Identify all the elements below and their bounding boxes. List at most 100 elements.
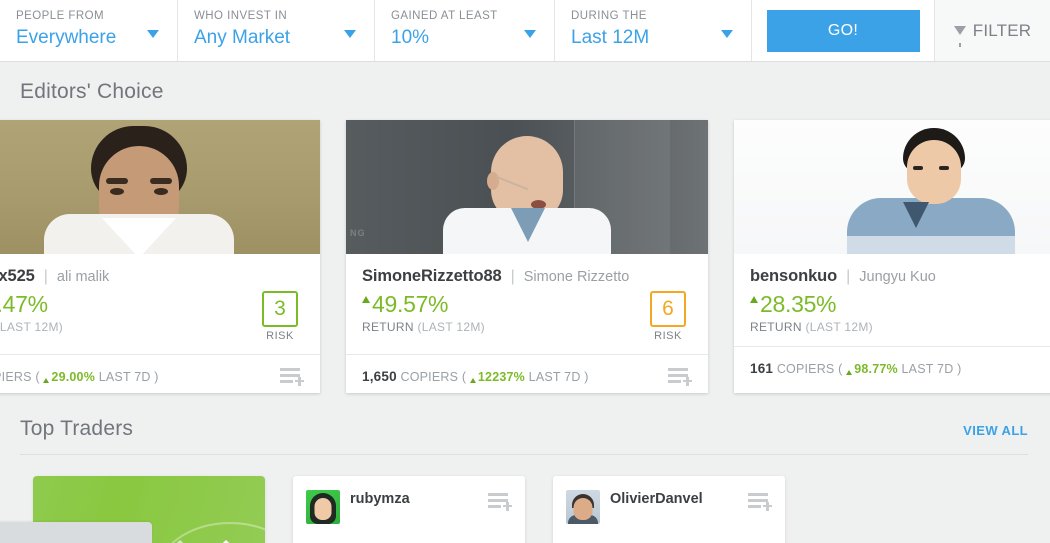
top-traders-title: Top Traders <box>20 417 134 440</box>
top-trader-card[interactable]: OlivierDanvel <box>553 476 785 543</box>
return-percent-value: 49.57% <box>372 291 449 317</box>
trader-name-row: bensonkuo | Jungyu Kuo <box>750 267 1050 286</box>
addlist-line-3 <box>280 380 293 383</box>
editors-choice-header: Editors' Choice <box>0 62 1050 120</box>
copiers-label: COPIERS <box>400 369 459 384</box>
trader-username[interactable]: SimoneRizzetto88 <box>362 267 502 286</box>
risk-block: 3 RISK <box>256 291 304 342</box>
filter-button[interactable]: FILTER <box>935 0 1050 61</box>
risk-score: 3 <box>262 291 298 327</box>
trader-photo <box>0 120 320 254</box>
paren-close: ) <box>957 361 962 376</box>
filter-people-from[interactable]: PEOPLE FROM Everywhere <box>0 0 178 61</box>
return-percent-value: 28.35% <box>760 291 837 317</box>
paren-open: ( <box>838 361 843 376</box>
filter-during-the-label: DURING THE <box>571 10 647 22</box>
addlist-line-3 <box>488 505 501 508</box>
add-to-list-icon[interactable] <box>280 367 304 386</box>
paren-open: ( <box>461 369 467 384</box>
copiers-label: COPIERS <box>776 361 835 376</box>
copiers-period: LAST 7D <box>901 361 954 376</box>
return-percent: 4.47% <box>0 290 256 318</box>
top-trader-card[interactable]: rubymza <box>293 476 525 543</box>
trader-fullname: ali malik <box>56 269 110 285</box>
name-separator: | <box>846 268 851 285</box>
risk-block <box>1032 291 1050 330</box>
go-button[interactable]: GO! <box>766 9 920 52</box>
paren-close: ) <box>154 369 159 384</box>
filter-during-the[interactable]: DURING THE Last 12M <box>555 0 752 61</box>
promo-swoosh <box>155 522 265 543</box>
view-all-link[interactable]: VIEW ALL <box>963 423 1028 438</box>
download-tray[interactable] <box>0 522 152 543</box>
copiers-delta: 98.77% <box>854 361 898 376</box>
return-caption-label: RETURN <box>750 320 802 334</box>
top-trader-username[interactable]: rubymza <box>350 491 478 508</box>
editors-choice-card[interactable]: NG FAI LI SimoneRizzetto88 | Simone Rizz… <box>346 120 708 393</box>
avatar-face <box>314 498 332 520</box>
paren-open: ( <box>35 369 40 384</box>
trader-username[interactable]: defx525 <box>0 267 35 286</box>
avatar-face <box>573 498 593 520</box>
photo-shirt-lower <box>847 236 1015 254</box>
filter-people-from-value: Everywhere <box>16 27 117 48</box>
addlist-line-3 <box>748 505 761 508</box>
name-separator: | <box>510 268 515 285</box>
copiers-count: 1,650 <box>362 368 397 384</box>
filter-who-invest-in[interactable]: WHO INVEST IN Any Market <box>178 0 375 61</box>
photo-ear <box>487 172 499 190</box>
filter-during-the-value: Last 12M <box>571 27 650 48</box>
trader-name-row: SimoneRizzetto88 | Simone Rizzetto <box>362 267 692 286</box>
return-block: 28.35% RETURN (LAST 12M) <box>750 290 1032 334</box>
filter-gained-at-least[interactable]: GAINED AT LEAST 10% <box>375 0 555 61</box>
chevron-down-icon[interactable] <box>721 30 733 38</box>
trader-name-row: defx525 | ali malik <box>0 267 304 286</box>
filter-gained-at-least-label: GAINED AT LEAST <box>391 10 498 22</box>
copiers-count: 161 <box>750 360 774 376</box>
photo-eye-left <box>913 166 923 170</box>
copiers-period: LAST 7D <box>98 369 151 384</box>
addlist-line-1 <box>280 368 300 371</box>
chevron-down-icon[interactable] <box>344 30 356 38</box>
paren-close: ) <box>584 369 589 384</box>
photo-eye-left <box>110 188 124 195</box>
addlist-line-2 <box>748 499 768 502</box>
addlist-plus-v <box>298 376 301 386</box>
go-button-wrap: GO! <box>752 0 935 61</box>
trader-username[interactable]: bensonkuo <box>750 267 837 286</box>
addlist-plus-v <box>506 501 509 511</box>
photo-brow-left <box>106 178 128 184</box>
editors-choice-card[interactable]: bensonkuo | Jungyu Kuo 28.35% RETURN (LA… <box>734 120 1050 393</box>
editors-choice-card[interactable]: defx525 | ali malik 4.47% RN (LAST 12M) <box>0 120 320 393</box>
photo-face <box>907 140 961 204</box>
chevron-down-icon[interactable] <box>147 30 159 38</box>
return-percent: 28.35% <box>750 290 1032 318</box>
top-trader-username[interactable]: OlivierDanvel <box>610 491 738 508</box>
filter-gained-at-least-value: 10% <box>391 27 430 48</box>
return-caption-period: (LAST 12M) <box>805 320 873 334</box>
add-to-list-icon[interactable] <box>748 492 772 511</box>
arrow-up-icon <box>469 377 476 383</box>
return-caption: RETURN (LAST 12M) <box>362 320 644 334</box>
arrow-up-icon <box>750 296 758 303</box>
trader-fullname: Simone Rizzetto <box>523 269 630 285</box>
return-caption-period: (LAST 12M) <box>417 320 485 334</box>
return-percent-value: 4.47% <box>0 291 48 317</box>
risk-block: 6 RISK <box>644 291 692 342</box>
chevron-down-icon[interactable] <box>524 30 536 38</box>
filter-icon <box>953 26 966 47</box>
filter-who-invest-in-label: WHO INVEST IN <box>194 10 288 22</box>
addlist-line-1 <box>668 368 688 371</box>
copiers-info: 1,650 COPIERS ( 12237% LAST 7D ) <box>362 369 589 384</box>
photo-eye-right <box>154 188 168 195</box>
photo-backdrop-text-left: NG <box>350 228 366 238</box>
name-separator: | <box>43 268 48 285</box>
risk-label: RISK <box>266 330 294 342</box>
add-to-list-icon[interactable] <box>488 492 512 511</box>
addlist-line-2 <box>668 374 688 377</box>
top-trader-info: rubymza <box>350 490 478 510</box>
add-to-list-icon[interactable] <box>668 367 692 386</box>
return-row: 49.57% RETURN (LAST 12M) 6 RISK <box>362 290 692 342</box>
return-row: 28.35% RETURN (LAST 12M) <box>750 290 1050 334</box>
top-trader-info: OlivierDanvel <box>610 490 738 510</box>
